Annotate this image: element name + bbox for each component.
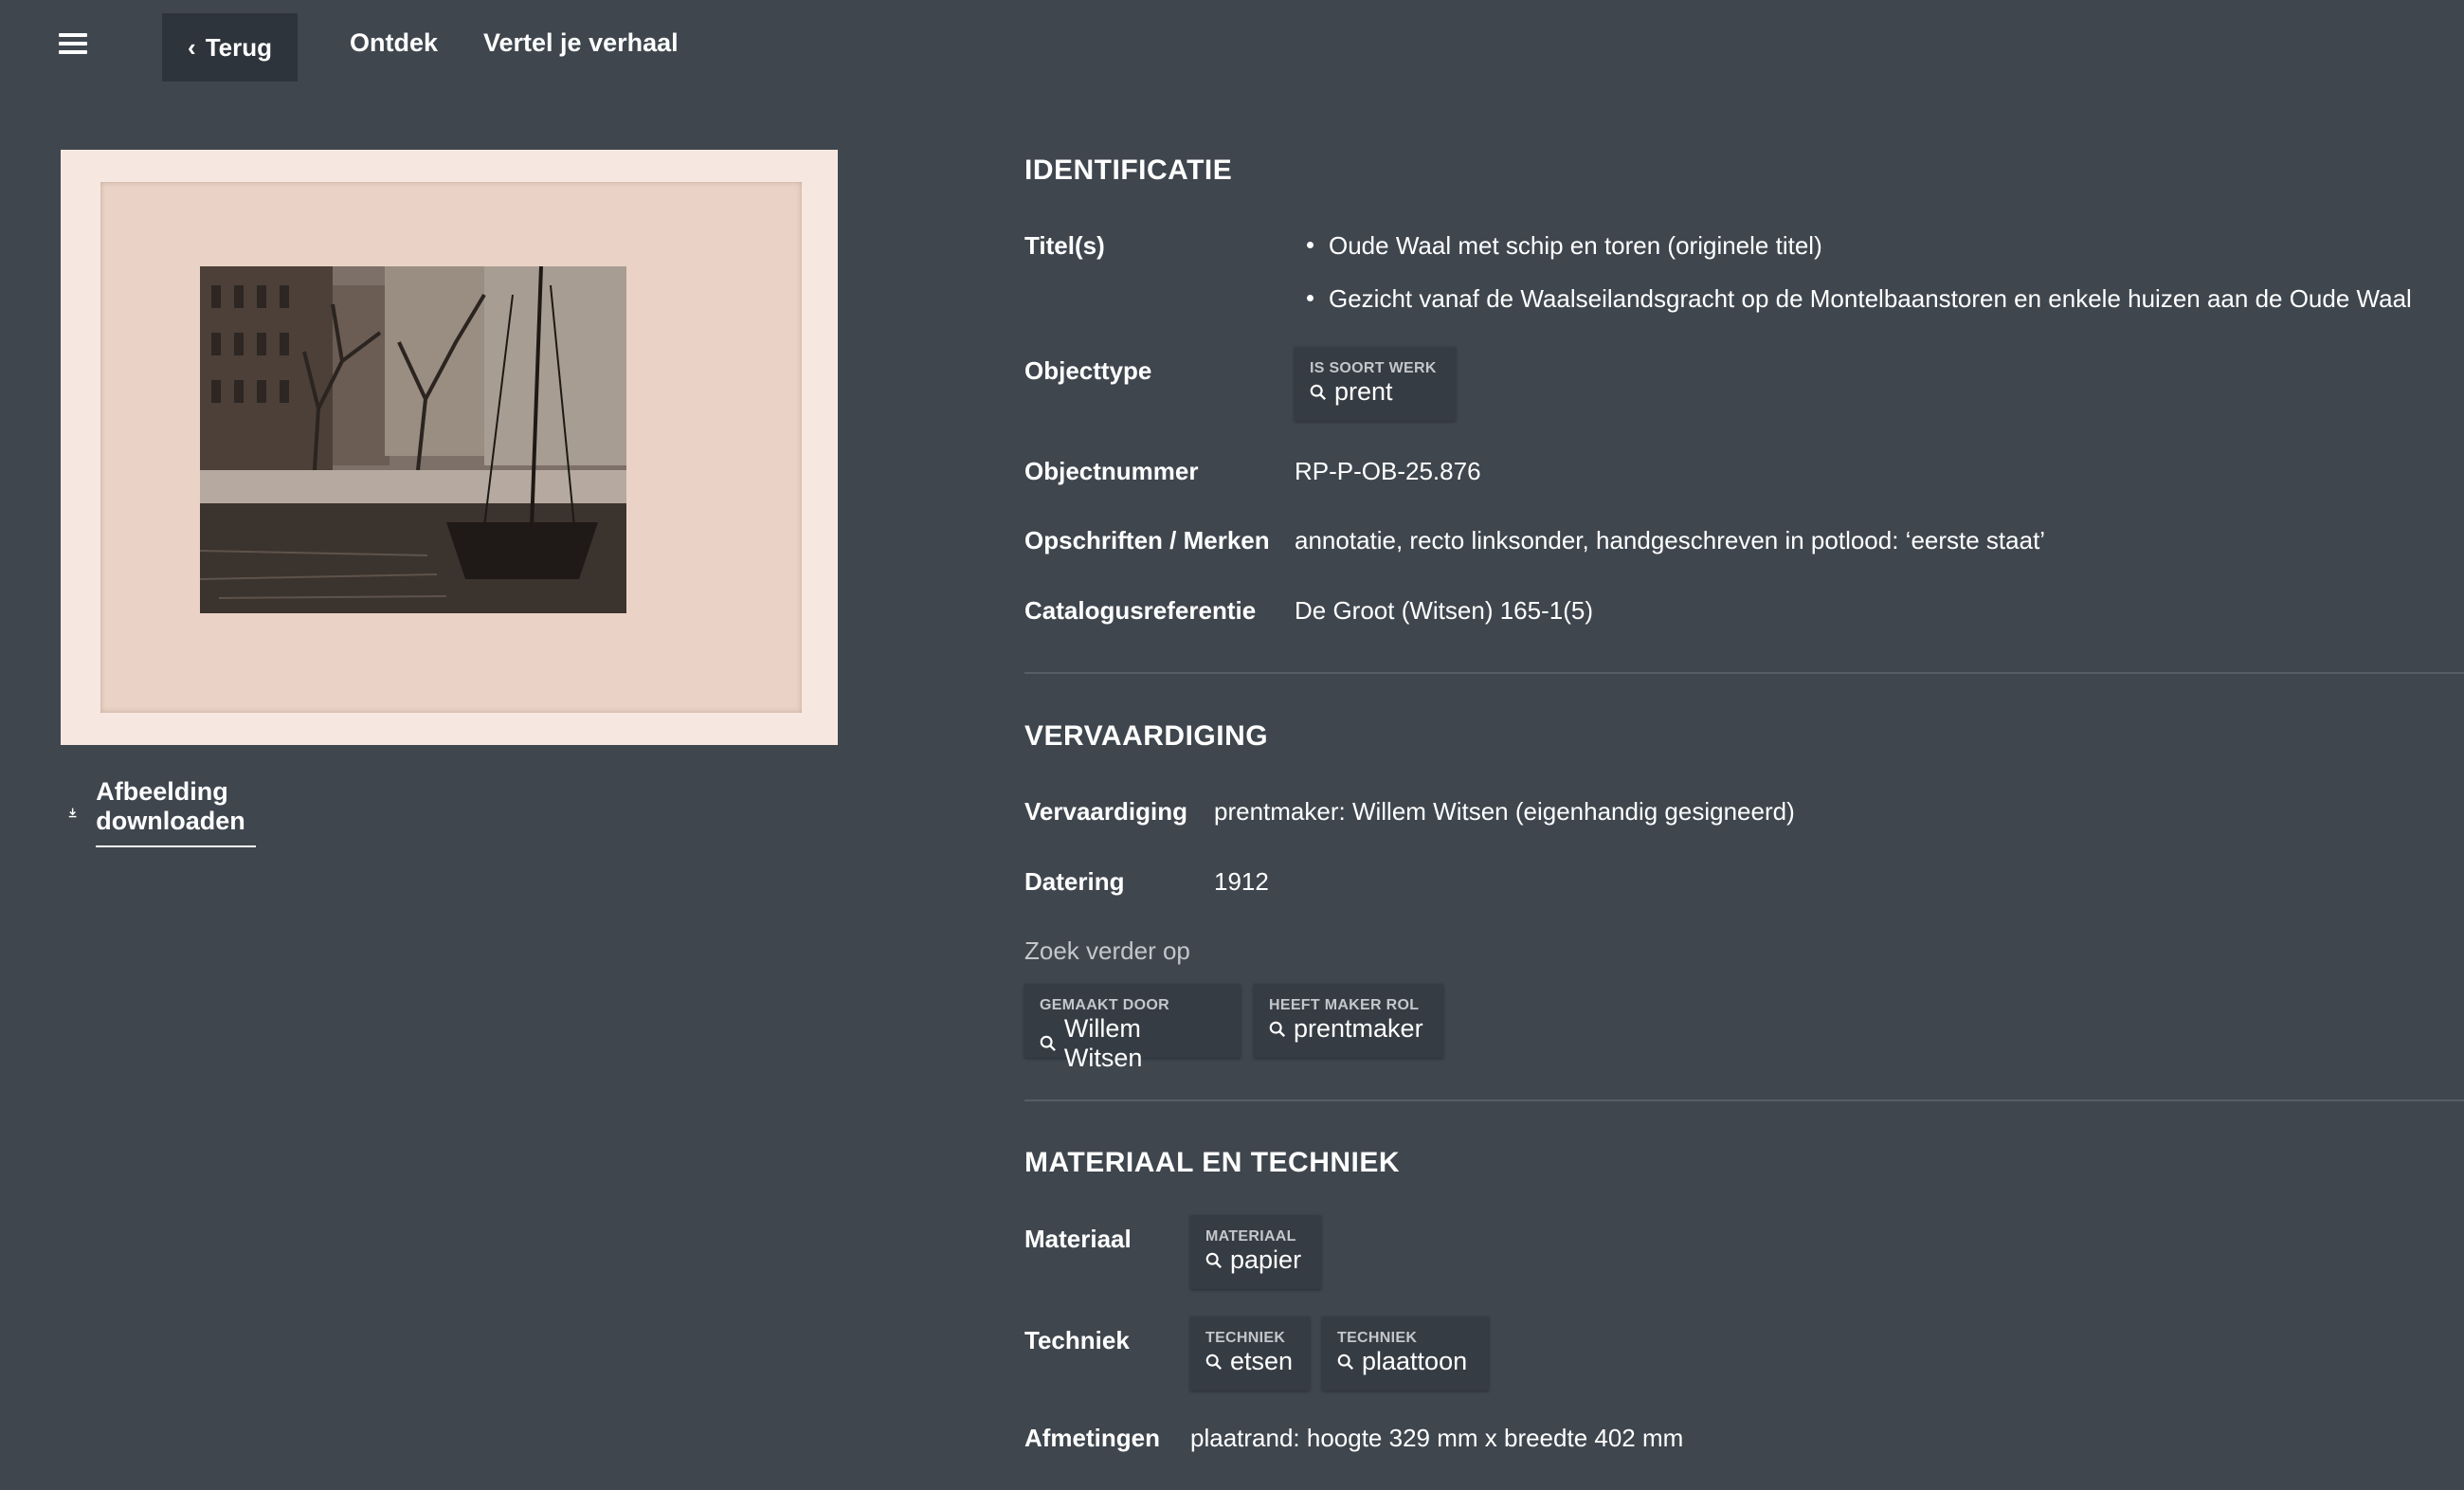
datering-label: Datering <box>1024 867 1125 896</box>
section-divider <box>1024 672 2464 674</box>
search-icon <box>1205 1354 1223 1370</box>
vervaardiging-value: prentmaker: Willem Witsen (eigenhandig g… <box>1214 797 1795 826</box>
chip-value: prent <box>1310 377 1440 407</box>
search-icon <box>1310 384 1327 400</box>
chip-category: MATERIAAL <box>1205 1228 1296 1245</box>
section-title-identificatie: IDENTIFICATIE <box>1024 154 1233 186</box>
chip-value: Willem Witsen <box>1040 1014 1225 1073</box>
vervaardiging-label: Vervaardiging <box>1024 797 1187 826</box>
menu-icon[interactable] <box>59 28 91 61</box>
zoek-verder-label: Zoek verder op <box>1024 936 1190 965</box>
etching-illustration <box>200 266 626 613</box>
section-title-materiaal: MATERIAAL EN TECHNIEK <box>1024 1147 1401 1178</box>
bullet-icon <box>1307 294 1314 301</box>
chip-value: papier <box>1205 1245 1306 1275</box>
chip-value-text: papier <box>1230 1245 1302 1274</box>
techniek-label: Techniek <box>1024 1326 1130 1354</box>
objectnummer-value: RP-P-OB-25.876 <box>1295 457 1481 485</box>
chevron-left-icon: ‹ <box>188 32 196 62</box>
back-button-label: Terug <box>205 32 272 62</box>
artwork-etching-scene <box>200 266 626 613</box>
nav-link-ontdek[interactable]: Ontdek <box>350 28 438 58</box>
chip-category: HEEFT MAKER ROL <box>1269 997 1420 1013</box>
top-navigation: ‹ Terug Ontdek Vertel je verhaal <box>0 0 2464 95</box>
search-chip-maker-role[interactable]: HEEFT MAKER ROL prentmaker <box>1254 984 1443 1058</box>
search-icon <box>1040 1035 1056 1051</box>
chip-value-text: prentmaker <box>1294 1014 1423 1043</box>
titles-label: Titel(s) <box>1024 231 1105 260</box>
bullet-icon <box>1307 241 1314 248</box>
chip-category: GEMAAKT DOOR <box>1040 997 1169 1013</box>
title-item: Oude Waal met schip en toren (originele … <box>1307 231 1822 261</box>
search-chip-techniek-etsen[interactable]: TECHNIEK etsen <box>1190 1317 1310 1390</box>
opschriften-value: annotatie, recto linksonder, handgeschre… <box>1295 526 2046 554</box>
objectnummer-label: Objectnummer <box>1024 457 1199 485</box>
back-button[interactable]: ‹ Terug <box>162 13 298 82</box>
datering-value: 1912 <box>1214 867 1269 896</box>
search-chip-techniek-plaattoon[interactable]: TECHNIEK plaattoon <box>1322 1317 1489 1390</box>
catalogus-label: Catalogusreferentie <box>1024 596 1257 625</box>
chip-value-text: plaattoon <box>1362 1347 1468 1375</box>
search-chip-maker[interactable]: GEMAAKT DOOR Willem Witsen <box>1024 984 1241 1072</box>
nav-link-vertel-je-verhaal[interactable]: Vertel je verhaal <box>483 28 679 58</box>
chip-value: prentmaker <box>1269 1014 1428 1044</box>
chip-category: TECHNIEK <box>1337 1330 1418 1346</box>
afmetingen-value: plaatrand: hoogte 329 mm x breedte 402 m… <box>1190 1424 1684 1452</box>
catalogus-value: De Groot (Witsen) 165-1(5) <box>1295 596 1593 625</box>
chip-category: TECHNIEK <box>1205 1330 1286 1346</box>
chip-value-text: etsen <box>1230 1347 1294 1375</box>
download-image-link[interactable]: Afbeelding downloaden <box>66 777 256 847</box>
search-icon <box>1269 1021 1286 1037</box>
search-icon <box>1337 1354 1354 1370</box>
chip-value: etsen <box>1205 1347 1295 1376</box>
chip-value-text: prent <box>1334 377 1393 406</box>
chip-category: IS SOORT WERK <box>1310 360 1437 376</box>
title-item: Gezicht vanaf de Waalseilandsgracht op d… <box>1307 284 2412 314</box>
materiaal-label: Materiaal <box>1024 1225 1132 1253</box>
chip-value-text: Willem Witsen <box>1063 1014 1143 1072</box>
opschriften-label: Opschriften / Merken <box>1024 526 1270 554</box>
title-text: Oude Waal met schip en toren (originele … <box>1329 231 1822 260</box>
objecttype-label: Objecttype <box>1024 356 1152 385</box>
section-divider <box>1024 1099 2464 1101</box>
search-icon <box>1205 1252 1223 1268</box>
afmetingen-label: Afmetingen <box>1024 1424 1160 1452</box>
section-title-vervaardiging: VERVAARDIGING <box>1024 720 1269 752</box>
download-icon <box>68 808 77 818</box>
title-text: Gezicht vanaf de Waalseilandsgracht op d… <box>1329 284 2412 313</box>
artwork-image[interactable] <box>61 150 838 745</box>
search-chip-objecttype[interactable]: IS SOORT WERK prent <box>1295 347 1456 421</box>
download-label: Afbeelding downloaden <box>96 777 256 847</box>
chip-value: plaattoon <box>1337 1347 1474 1376</box>
search-chip-materiaal[interactable]: MATERIAAL papier <box>1190 1215 1321 1289</box>
